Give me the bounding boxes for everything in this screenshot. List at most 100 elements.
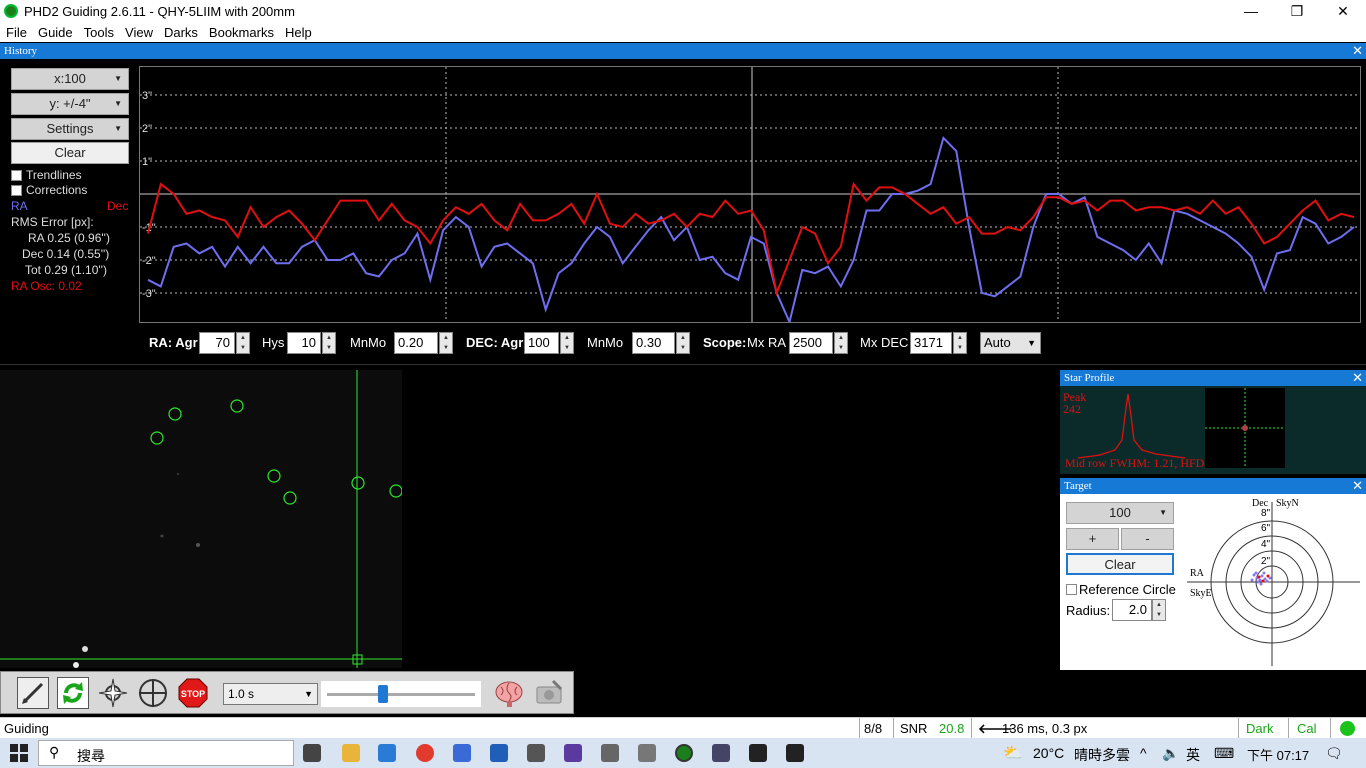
settings-dropdown[interactable]: Settings ▼ xyxy=(11,118,129,140)
target-scale-dropdown[interactable]: 100 ▼ xyxy=(1066,502,1174,524)
app-icon-3[interactable] xyxy=(527,744,545,762)
target-close-icon[interactable]: ✕ xyxy=(1352,478,1363,494)
menu-file[interactable]: File xyxy=(0,22,32,40)
chrome-icon[interactable] xyxy=(416,744,434,762)
dec-guide-mode-select[interactable]: Auto ▼ xyxy=(980,332,1041,354)
corrections-checkbox[interactable] xyxy=(11,185,22,196)
weather-temp: 20°C xyxy=(1033,745,1065,761)
rms-ra: RA 0.25 (0.96'') xyxy=(28,231,110,245)
mxdec-spinner[interactable]: ▲ ▼ xyxy=(953,332,967,354)
menu-bar: File Guide Tools View Darks Bookmarks Help xyxy=(0,22,1366,42)
close-button[interactable]: ✕ xyxy=(1320,0,1366,22)
brain-settings-button[interactable] xyxy=(493,677,525,709)
max-dec-input[interactable]: 3171 xyxy=(910,332,952,354)
ra-agr-spinner[interactable]: ▲ ▼ xyxy=(236,332,250,354)
star-profile-close-icon[interactable]: ✕ xyxy=(1352,370,1363,386)
ime-keyboard-icon[interactable]: ⌨ xyxy=(1214,745,1234,762)
speaker-icon[interactable]: 🔈 xyxy=(1162,745,1179,762)
radius-spinner[interactable]: ▲ ▼ xyxy=(1152,599,1166,621)
taskbar-search-box[interactable]: ⚲ 搜尋 xyxy=(38,740,294,766)
target-zoom-out-button[interactable]: - xyxy=(1121,528,1174,550)
dec-mnmo-spinner[interactable]: ▲ ▼ xyxy=(676,332,690,354)
dec-min-move-input[interactable]: 0.30 xyxy=(632,332,675,354)
app-icon[interactable] xyxy=(378,744,396,762)
chevron-down-icon: ▼ xyxy=(114,99,122,108)
max-ra-input[interactable]: 2500 xyxy=(789,332,833,354)
ra-osc: RA Osc: 0.02 xyxy=(11,279,82,293)
y-scale-dropdown[interactable]: y: +/-4" ▼ xyxy=(11,93,129,115)
menu-tools[interactable]: Tools xyxy=(78,22,119,40)
menu-bookmarks[interactable]: Bookmarks xyxy=(203,22,279,40)
slider-track xyxy=(327,693,475,696)
ra-mnmo-spinner[interactable]: ▲ ▼ xyxy=(439,332,453,354)
y-tick-label: 2" xyxy=(142,123,152,135)
ra-legend: RA xyxy=(11,199,28,213)
notification-icon[interactable]: 🗨 xyxy=(1325,745,1343,762)
star-target-icon xyxy=(98,678,128,708)
corrections-label: Corrections xyxy=(26,183,88,197)
loop-button[interactable] xyxy=(57,677,89,709)
guide-button[interactable] xyxy=(137,677,169,709)
y-tick-label: 3" xyxy=(142,90,152,102)
stop-button[interactable]: STOP xyxy=(177,677,209,709)
pulse-readout: 136 ms, 0.3 px xyxy=(1002,721,1088,736)
file-explorer-icon[interactable] xyxy=(342,744,360,762)
app-icon-8[interactable] xyxy=(786,744,804,762)
camera-settings-button[interactable] xyxy=(533,677,565,709)
slider-thumb[interactable] xyxy=(378,685,389,703)
rms-title: RMS Error [px]: xyxy=(11,215,94,229)
exposure-select[interactable]: 1.0 s ▼ xyxy=(223,683,318,705)
menu-help[interactable]: Help xyxy=(279,22,317,40)
menu-darks[interactable]: Darks xyxy=(158,22,203,40)
tray-chevron-icon[interactable]: ^ xyxy=(1140,745,1147,761)
menu-view[interactable]: View xyxy=(119,22,158,40)
app-icon-2[interactable] xyxy=(490,744,508,762)
app-icon-6[interactable] xyxy=(712,744,730,762)
y-tick-label: 1" xyxy=(142,156,152,168)
target-zoom-in-button[interactable]: + xyxy=(1066,528,1119,550)
ring-6: 6" xyxy=(1261,523,1271,534)
ra-aggressiveness-input[interactable]: 70 xyxy=(199,332,235,354)
phd2-taskbar-icon[interactable] xyxy=(675,744,693,762)
ring-8: 8" xyxy=(1261,508,1271,519)
ime-indicator[interactable]: 英 xyxy=(1186,745,1200,765)
connection-status-icon xyxy=(1340,721,1355,736)
mxra-label: Mx RA xyxy=(747,335,786,350)
target-clear-button[interactable]: Clear xyxy=(1066,553,1174,575)
stellarium-icon[interactable] xyxy=(564,744,582,762)
menu-guide[interactable]: Guide xyxy=(32,22,78,40)
reference-circle-checkbox[interactable] xyxy=(1066,584,1077,595)
notes-icon[interactable] xyxy=(453,744,471,762)
ra-axis-label: RA xyxy=(1190,568,1204,579)
target-pane: Target ✕ 100 ▼ + - Clear Reference Circle… xyxy=(1060,478,1366,670)
use-camera-button[interactable] xyxy=(17,677,49,709)
auto-select-star-button[interactable] xyxy=(97,677,129,709)
hysteresis-input[interactable]: 10 xyxy=(287,332,321,354)
search-placeholder: 搜尋 xyxy=(77,748,105,764)
ring-2: 2" xyxy=(1261,556,1271,567)
x-scale-dropdown[interactable]: x:100 ▼ xyxy=(11,68,129,90)
minimize-button[interactable]: — xyxy=(1228,0,1274,22)
radius-input[interactable]: 2.0 xyxy=(1112,599,1152,621)
history-clear-button[interactable]: Clear xyxy=(11,142,129,164)
mxra-spinner[interactable]: ▲ ▼ xyxy=(834,332,848,354)
dec-agr-spinner[interactable]: ▲ ▼ xyxy=(560,332,574,354)
maximize-button[interactable]: ❐ xyxy=(1274,0,1320,22)
app-icon-4[interactable] xyxy=(601,744,619,762)
rms-dec: Dec 0.14 (0.55'') xyxy=(22,247,110,261)
history-close-icon[interactable]: ✕ xyxy=(1352,43,1363,59)
star-zoom-view xyxy=(1205,388,1285,468)
dec-aggressiveness-input[interactable]: 100 xyxy=(524,332,559,354)
stop-icon: STOP xyxy=(178,678,208,708)
hys-spinner[interactable]: ▲ ▼ xyxy=(322,332,336,354)
guider-image-view[interactable] xyxy=(0,370,402,668)
dec-legend: Dec xyxy=(107,199,129,213)
windows-start-icon[interactable] xyxy=(9,743,29,763)
app-icon-5[interactable] xyxy=(638,744,656,762)
clock[interactable]: 下午 07:17 xyxy=(1247,745,1309,764)
app-icon-7[interactable] xyxy=(749,744,767,762)
trendlines-checkbox[interactable] xyxy=(11,170,22,181)
gamma-slider[interactable] xyxy=(321,681,481,707)
ra-min-move-input[interactable]: 0.20 xyxy=(394,332,438,354)
task-view-icon[interactable] xyxy=(303,744,321,762)
